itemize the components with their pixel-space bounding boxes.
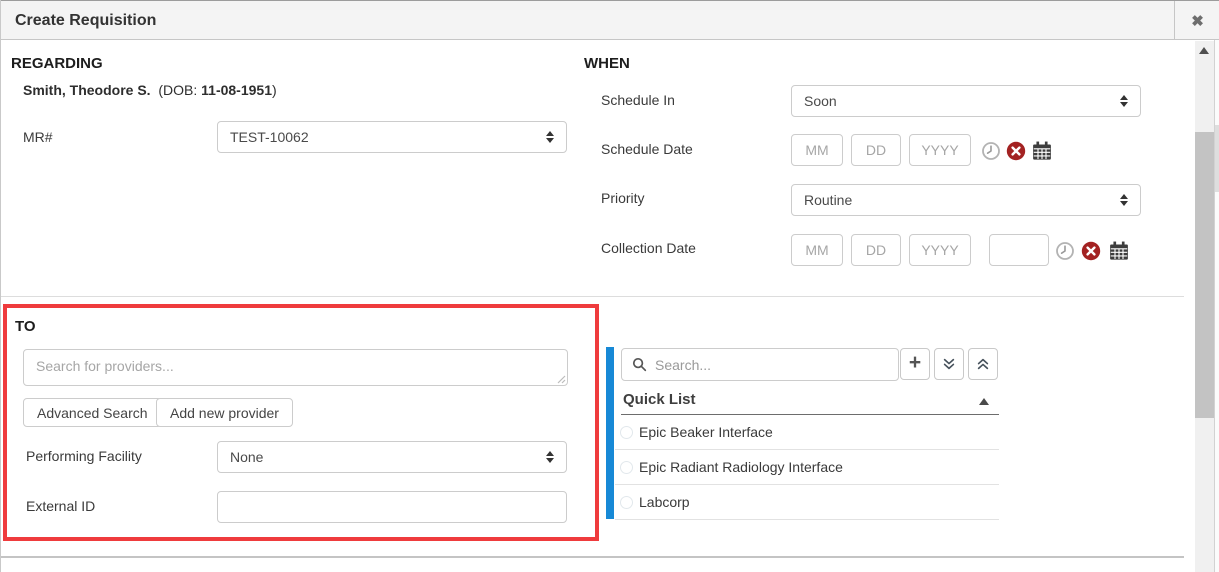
collection-date-dd-input[interactable]: [851, 234, 901, 266]
dob-prefix: (DOB:: [151, 82, 202, 98]
collection-date-clear-icon[interactable]: [1081, 241, 1101, 261]
double-chevron-up-icon: [976, 357, 990, 371]
schedule-date-calendar-icon[interactable]: [1032, 141, 1052, 161]
bottom-section-divider: [1, 556, 1184, 558]
window-edge: [1214, 40, 1219, 572]
dob-value: 11-08-1951: [201, 82, 272, 98]
quick-list-item-label: Epic Radiant Radiology Interface: [639, 459, 843, 475]
quick-list-accent-bar: [606, 347, 614, 519]
create-requisition-dialog: Create Requisition ✖ REGARDING Smith, Th…: [0, 0, 1219, 572]
scroll-up-arrow-icon[interactable]: [1199, 47, 1209, 54]
advanced-search-button[interactable]: Advanced Search: [23, 398, 162, 427]
schedule-date-dd-input[interactable]: [851, 134, 901, 166]
quick-list-heading: Quick List: [623, 391, 696, 408]
window-edge-patch: [1215, 125, 1219, 192]
mr-select-value: TEST-10062: [230, 129, 546, 145]
dob-suffix: ): [272, 82, 277, 98]
priority-select[interactable]: Routine: [791, 184, 1141, 216]
section-divider: [1, 296, 1184, 297]
patient-summary: Smith, Theodore S. (DOB: 11-08-1951): [23, 82, 277, 98]
select-arrows-icon: [1120, 194, 1128, 206]
collection-date-mm-input[interactable]: [791, 234, 843, 266]
double-chevron-down-icon: [942, 357, 956, 371]
radio-circle-icon: [620, 461, 633, 474]
quick-list-item-label: Epic Beaker Interface: [639, 424, 773, 440]
external-id-input[interactable]: [217, 491, 567, 523]
scrollbar-thumb[interactable]: [1195, 132, 1214, 418]
radio-circle-icon: [620, 426, 633, 439]
priority-value: Routine: [804, 192, 1120, 208]
external-id-label: External ID: [26, 498, 95, 514]
schedule-in-value: Soon: [804, 93, 1120, 109]
radio-circle-icon: [620, 496, 633, 509]
schedule-date-clear-icon[interactable]: [1006, 141, 1026, 161]
collapse-all-button[interactable]: [968, 348, 998, 380]
mr-label: MR#: [23, 129, 53, 145]
close-button[interactable]: ✖: [1174, 1, 1219, 40]
collection-date-label: Collection Date: [601, 240, 696, 256]
select-arrows-icon: [546, 451, 554, 463]
mr-select[interactable]: TEST-10062: [217, 121, 567, 153]
quick-list-search-input[interactable]: [655, 357, 888, 373]
schedule-date-yyyy-input[interactable]: [909, 134, 971, 166]
patient-name: Smith, Theodore S.: [23, 82, 151, 98]
search-icon: [632, 357, 647, 372]
dialog-titlebar: Create Requisition ✖: [1, 0, 1219, 40]
add-new-provider-button[interactable]: Add new provider: [156, 398, 293, 427]
expand-all-button[interactable]: [934, 348, 964, 380]
schedule-date-clock-icon[interactable]: [981, 141, 1001, 161]
schedule-in-label: Schedule In: [601, 92, 675, 108]
performing-facility-label: Performing Facility: [26, 448, 142, 464]
collection-date-yyyy-input[interactable]: [909, 234, 971, 266]
to-heading: TO: [15, 318, 36, 335]
select-arrows-icon: [1120, 95, 1128, 107]
collapse-triangle-icon[interactable]: [979, 398, 989, 405]
collection-date-calendar-icon[interactable]: [1109, 241, 1129, 261]
quick-list-item[interactable]: Epic Beaker Interface: [615, 415, 999, 450]
quick-list-item[interactable]: Labcorp: [615, 485, 999, 520]
collection-time-input[interactable]: [989, 234, 1049, 266]
provider-search-input[interactable]: [23, 349, 568, 386]
performing-facility-select[interactable]: None: [217, 441, 567, 473]
when-heading: WHEN: [584, 55, 630, 72]
close-icon: ✖: [1191, 12, 1204, 30]
schedule-date-label: Schedule Date: [601, 141, 693, 157]
regarding-heading: REGARDING: [11, 55, 103, 72]
priority-label: Priority: [601, 190, 645, 206]
quick-list-item-label: Labcorp: [639, 494, 690, 510]
performing-facility-value: None: [230, 449, 546, 465]
schedule-in-select[interactable]: Soon: [791, 85, 1141, 117]
add-button[interactable]: +: [900, 348, 930, 380]
quick-list-item[interactable]: Epic Radiant Radiology Interface: [615, 450, 999, 485]
schedule-date-mm-input[interactable]: [791, 134, 843, 166]
collection-date-clock-icon[interactable]: [1055, 241, 1075, 261]
dialog-title: Create Requisition: [15, 1, 156, 40]
quick-list-search-box: [621, 348, 899, 381]
select-arrows-icon: [546, 131, 554, 143]
